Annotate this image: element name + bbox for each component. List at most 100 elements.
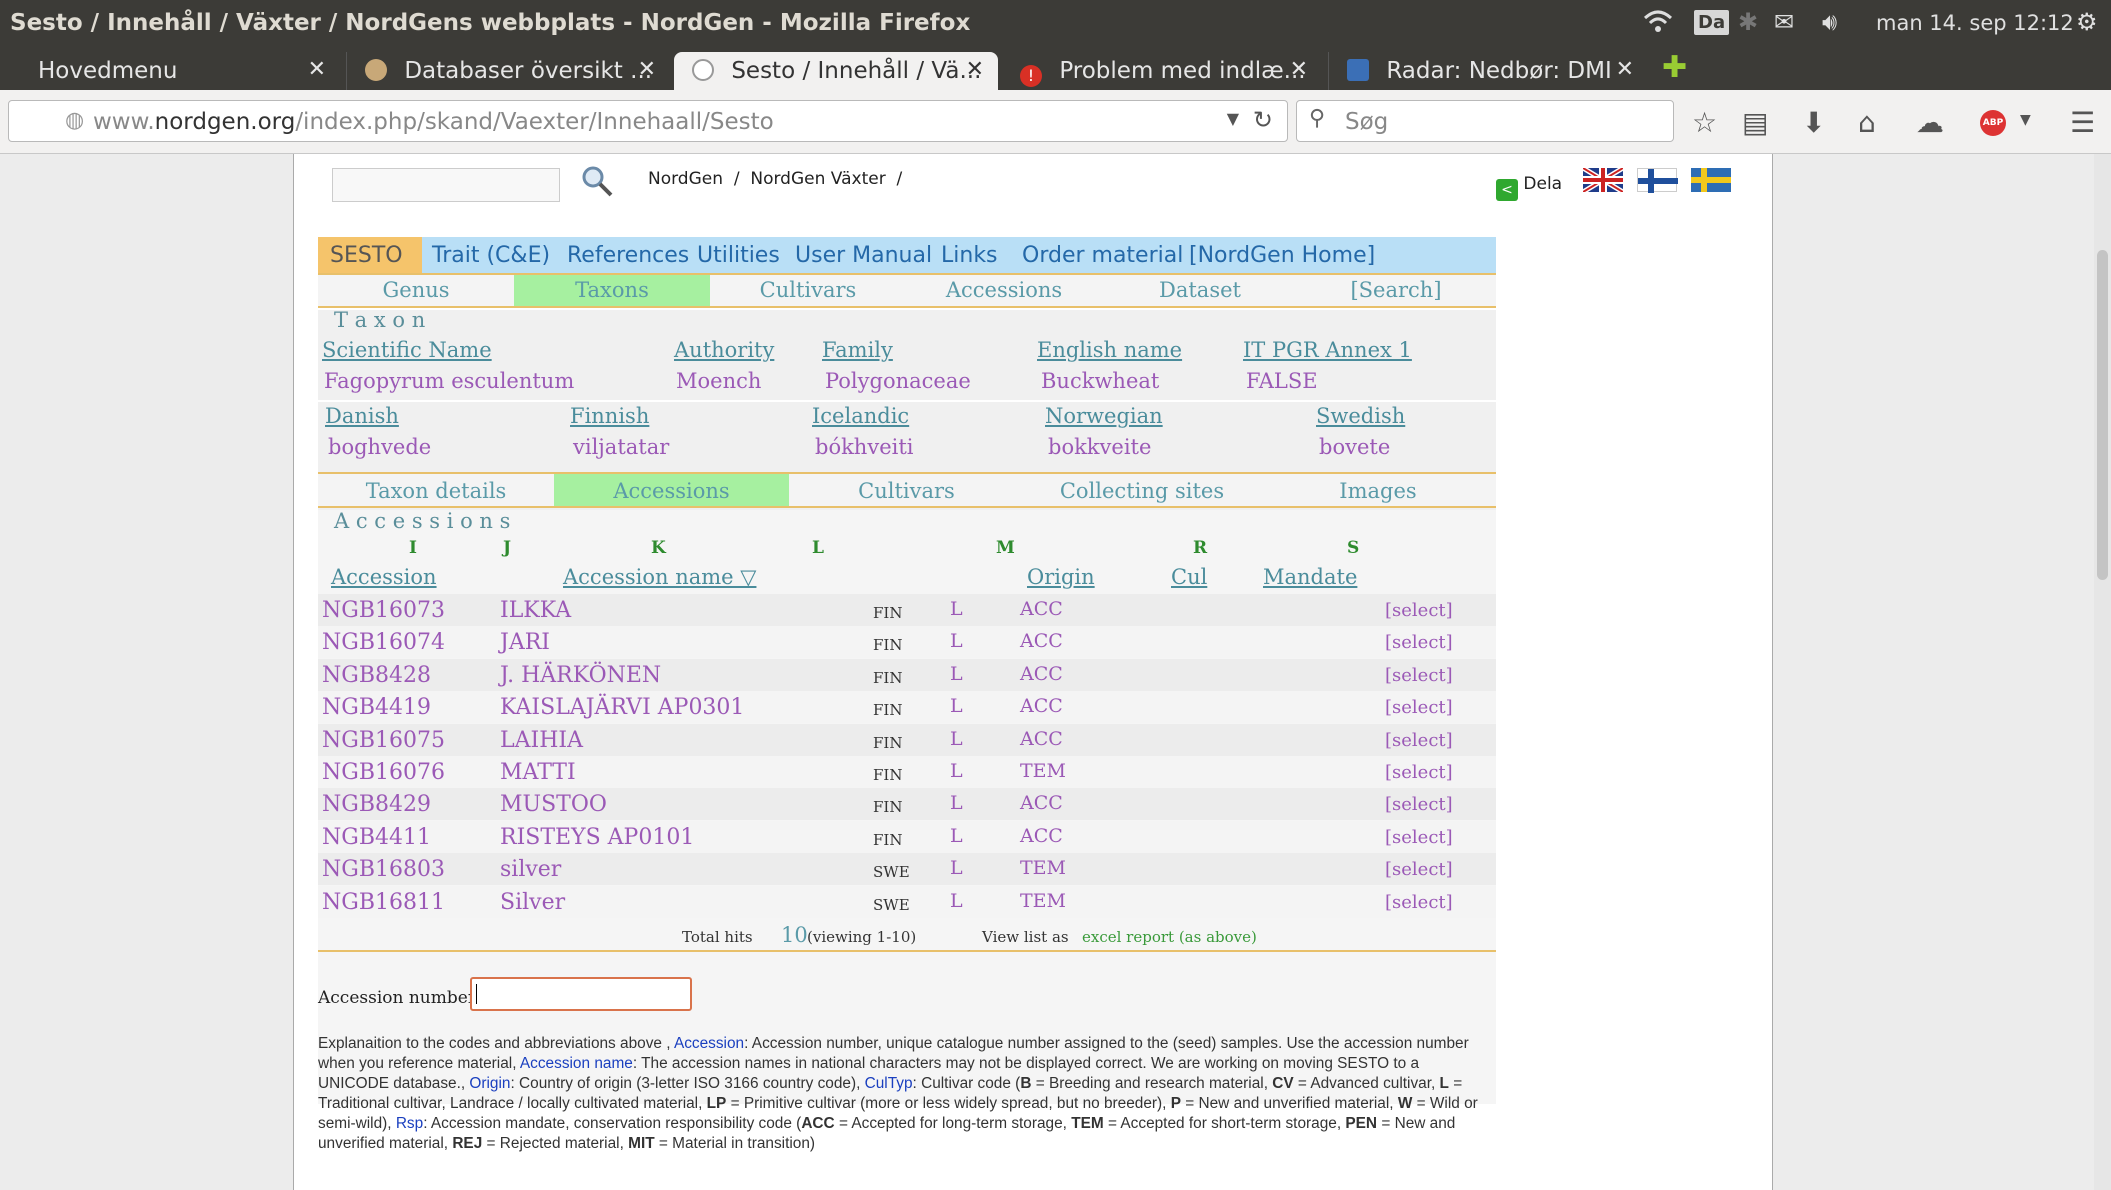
url-bar[interactable]: ◍ www.nordgen.org/index.php/skand/Vaexte…: [8, 100, 1288, 142]
table-row[interactable]: NGB8428 J. HÄRKÖNEN FIN L ACC [select]: [318, 658, 1496, 691]
table-row[interactable]: NGB16073 ILKKA FIN L ACC [select]: [318, 594, 1496, 626]
table-row[interactable]: NGB4411 RISTEYS AP0101 FIN L ACC [select]: [318, 820, 1496, 853]
header-norwegian[interactable]: Norwegian: [1045, 404, 1163, 428]
header-authority[interactable]: Authority: [674, 338, 774, 362]
menu-user-manual[interactable]: User Manual: [795, 243, 932, 268]
hamburger-menu-icon[interactable]: ☰: [2070, 106, 2095, 139]
close-icon[interactable]: ✕: [1616, 57, 1634, 82]
select-link[interactable]: [select]: [1385, 859, 1453, 880]
table-row[interactable]: NGB8429 MUSTOO FIN L ACC [select]: [318, 788, 1496, 821]
select-link[interactable]: [select]: [1385, 762, 1453, 783]
close-icon[interactable]: ✕: [966, 57, 984, 82]
col-accession-name[interactable]: Accession name ▽: [563, 565, 756, 589]
header-itpgr[interactable]: IT PGR Annex 1: [1243, 338, 1412, 362]
reload-icon[interactable]: ↻: [1253, 106, 1273, 134]
menu-links[interactable]: Links: [941, 243, 998, 268]
wifi-icon[interactable]: [1643, 8, 1673, 40]
tab-radar[interactable]: Radar: Nedbør: DMI ✕: [1328, 52, 1648, 90]
close-icon[interactable]: ✕: [638, 57, 656, 82]
home-icon[interactable]: ⌂: [1858, 106, 1876, 139]
chevron-down-icon[interactable]: ▼: [2020, 112, 2031, 128]
chat-icon[interactable]: ☁: [1916, 106, 1944, 139]
page-scrollbar[interactable]: [2094, 154, 2111, 1190]
menu-trait[interactable]: Trait (C&E): [432, 243, 550, 268]
share-button[interactable]: < Dela: [1496, 174, 1562, 201]
tab-search[interactable]: [Search]: [1298, 278, 1494, 302]
reading-list-icon[interactable]: ▤: [1742, 106, 1768, 139]
col-origin[interactable]: Origin: [1027, 565, 1095, 589]
accession-id[interactable]: NGB16803: [322, 857, 445, 882]
menu-nordgen-home[interactable]: [NordGen Home]: [1189, 243, 1375, 268]
settings-gear-icon[interactable]: ⚙: [2076, 8, 2098, 36]
select-link[interactable]: [select]: [1385, 600, 1453, 621]
accession-id[interactable]: NGB4411: [322, 825, 431, 850]
volume-icon[interactable]: 🔊︎: [1822, 8, 1837, 36]
clock[interactable]: man 14. sep 12:12: [1876, 11, 2074, 35]
header-english-name[interactable]: English name: [1037, 338, 1182, 362]
header-icelandic[interactable]: Icelandic: [812, 404, 909, 428]
accession-id[interactable]: NGB16811: [322, 890, 445, 915]
tab-hovedmenu[interactable]: Hovedmenu ✕: [20, 52, 340, 90]
select-link[interactable]: [select]: [1385, 794, 1453, 815]
select-link[interactable]: [select]: [1385, 697, 1453, 718]
swedish-flag-icon[interactable]: [1691, 168, 1731, 192]
header-danish[interactable]: Danish: [325, 404, 399, 428]
dropdown-arrow-icon[interactable]: ▼: [1227, 109, 1239, 128]
accession-number-input[interactable]: [470, 977, 692, 1011]
menu-utilities[interactable]: Utilities: [697, 243, 780, 268]
accession-id[interactable]: NGB16076: [322, 760, 445, 785]
tab-sesto-active[interactable]: Sesto / Innehåll / Vä... ✕: [674, 52, 998, 90]
accession-id[interactable]: NGB8428: [322, 663, 431, 688]
download-icon[interactable]: ⬇: [1802, 106, 1825, 139]
letter-i[interactable]: I: [409, 538, 417, 558]
bluetooth-icon[interactable]: ✱: [1738, 8, 1758, 36]
site-search-input[interactable]: [332, 168, 560, 202]
header-finnish[interactable]: Finnish: [570, 404, 649, 428]
menu-references[interactable]: References: [567, 243, 689, 268]
letter-j[interactable]: J: [503, 538, 511, 558]
table-row[interactable]: NGB16803 silver SWE L TEM [select]: [318, 853, 1496, 886]
tab-genus[interactable]: Genus: [318, 278, 514, 302]
adblock-icon[interactable]: ABP: [1980, 110, 2006, 136]
table-row[interactable]: NGB16075 LAIHIA FIN L ACC [select]: [318, 723, 1496, 756]
tab-taxons[interactable]: Taxons: [514, 275, 710, 306]
keyboard-layout-indicator[interactable]: Da: [1694, 10, 1730, 35]
col-cul[interactable]: Cul: [1171, 565, 1207, 589]
accession-id[interactable]: NGB8429: [322, 792, 431, 817]
select-link[interactable]: [select]: [1385, 665, 1453, 686]
breadcrumb-vaxter[interactable]: NordGen Växter: [750, 169, 885, 189]
tab-taxon-details[interactable]: Taxon details: [318, 479, 554, 503]
letter-k[interactable]: K: [651, 538, 666, 558]
new-tab-button[interactable]: ✚: [1656, 50, 1696, 88]
menu-order-material[interactable]: Order material: [1022, 243, 1183, 268]
table-row[interactable]: NGB4419 KAISLAJÄRVI AP0301 FIN L ACC [select]: [318, 691, 1496, 724]
finnish-flag-icon[interactable]: [1637, 168, 1678, 193]
tab-accessions[interactable]: Accessions: [906, 278, 1102, 302]
letter-r[interactable]: R: [1193, 538, 1207, 558]
accession-id[interactable]: NGB16073: [322, 598, 445, 623]
header-scientific-name[interactable]: Scientific Name: [322, 338, 492, 362]
accession-id[interactable]: NGB16074: [322, 630, 445, 655]
bookmark-star-icon[interactable]: ☆: [1692, 106, 1717, 139]
accession-id[interactable]: NGB16075: [322, 728, 445, 753]
magnifier-icon[interactable]: [580, 164, 614, 206]
header-family[interactable]: Family: [822, 338, 893, 362]
search-input[interactable]: ⚲ Søg: [1296, 100, 1674, 142]
table-row[interactable]: NGB16074 JARI FIN L ACC [select]: [318, 626, 1496, 659]
select-link[interactable]: [select]: [1385, 632, 1453, 653]
close-icon[interactable]: ✕: [308, 57, 326, 82]
letter-l[interactable]: L: [812, 538, 824, 558]
tab-taxon-accessions[interactable]: Accessions: [554, 474, 789, 506]
table-row[interactable]: NGB16076 MATTI FIN L TEM [select]: [318, 756, 1496, 788]
col-accession[interactable]: Accession: [331, 565, 437, 589]
menu-sesto[interactable]: SESTO: [318, 237, 422, 273]
tab-databaser[interactable]: Databaser översikt ... ✕: [346, 52, 670, 90]
letter-m[interactable]: M: [996, 538, 1015, 558]
accession-id[interactable]: NGB4419: [322, 695, 431, 720]
tab-problem[interactable]: ! Problem med indlæ... ✕: [1002, 52, 1322, 90]
select-link[interactable]: [select]: [1385, 730, 1453, 751]
tab-dataset[interactable]: Dataset: [1102, 278, 1298, 302]
mail-icon[interactable]: ✉: [1774, 8, 1794, 36]
header-swedish[interactable]: Swedish: [1316, 404, 1405, 428]
close-icon[interactable]: ✕: [1290, 57, 1308, 82]
